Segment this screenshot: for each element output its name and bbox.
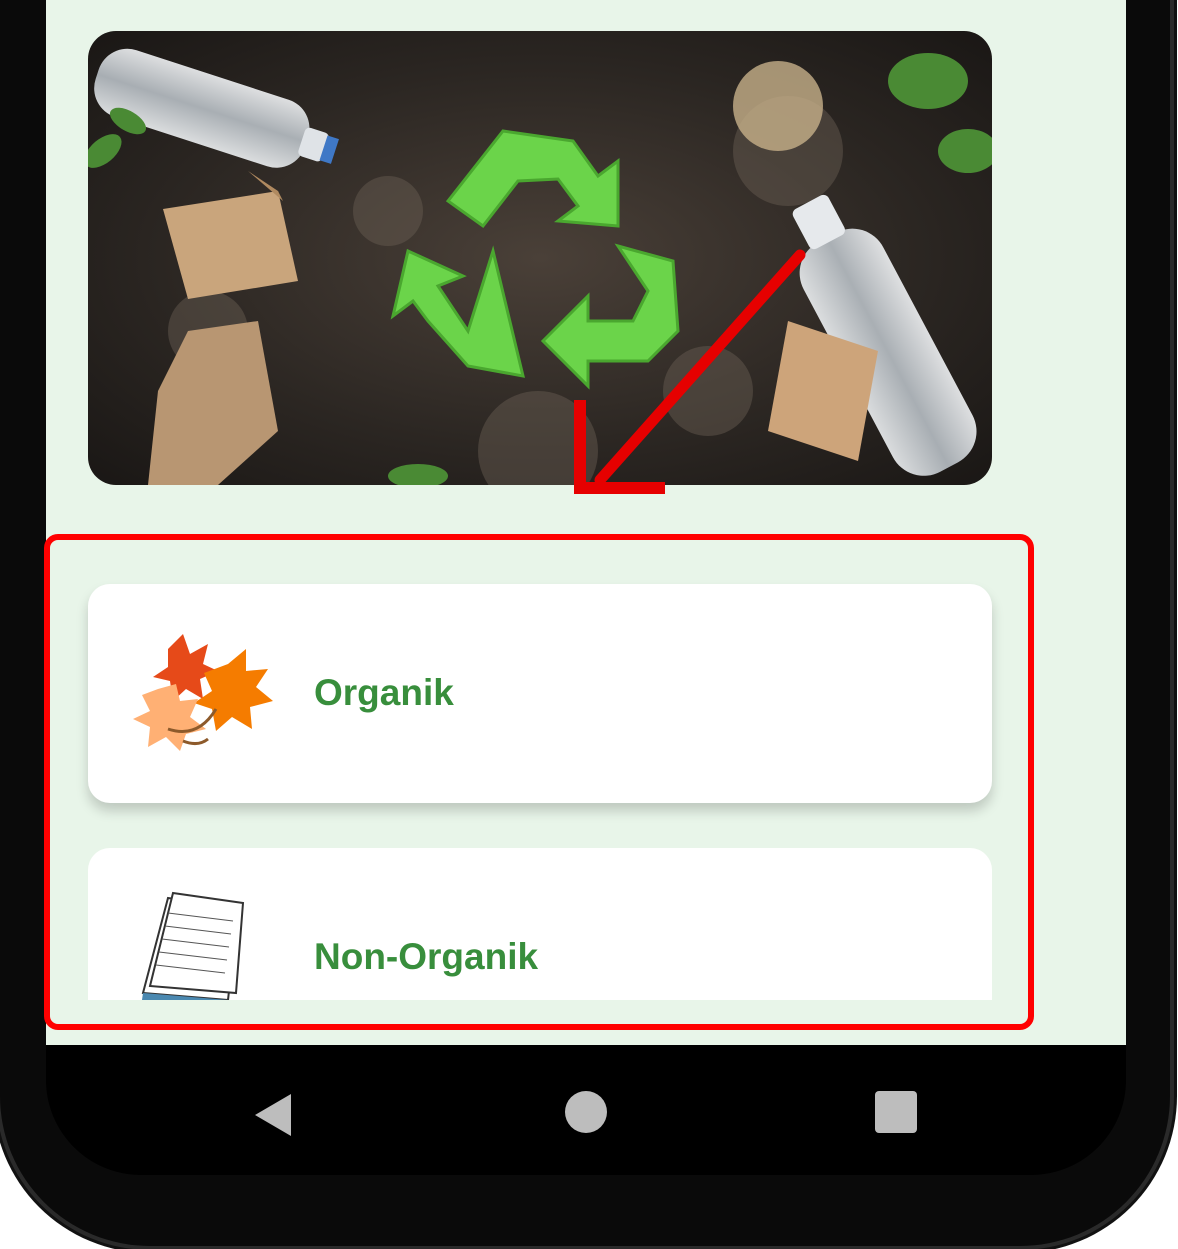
category-label: Organik <box>314 672 454 713</box>
hero-image <box>88 31 992 485</box>
home-circle-icon[interactable] <box>565 1091 607 1133</box>
category-card-organik[interactable]: Organik <box>88 584 992 803</box>
back-triangle-icon[interactable] <box>251 1092 301 1138</box>
system-navigation-bar <box>46 1045 1126 1175</box>
list-clip-edge <box>88 1000 992 1045</box>
recents-square-icon[interactable] <box>875 1091 917 1133</box>
hero-illustration <box>88 31 992 485</box>
autumn-leaves-icon <box>128 629 278 759</box>
category-label: Non-Organik <box>314 936 539 977</box>
paper-stack-icon <box>128 888 258 1008</box>
